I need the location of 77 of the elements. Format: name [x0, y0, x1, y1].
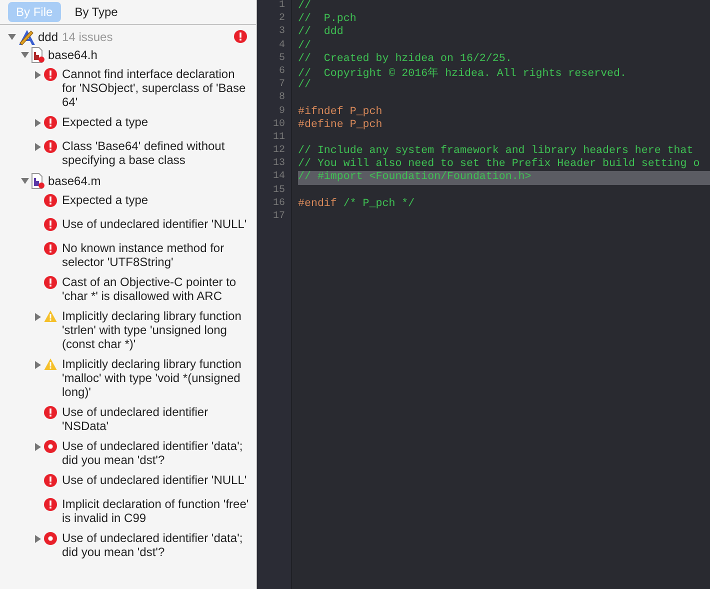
line-number: 16 [272, 198, 286, 211]
issue-message[interactable]: Use of undeclared identifier 'NULL' [62, 473, 252, 487]
issue-message[interactable]: Class 'Base64' defined without specifying a base class [62, 139, 252, 167]
issue-message[interactable]: Cannot find interface declaration for 'NSObject', superclass of 'Base 64' [62, 67, 252, 109]
file-name[interactable]: base64.h [48, 47, 98, 62]
code-comment: // [298, 40, 311, 52]
issue-message[interactable]: Use of undeclared identifier 'NULL' [62, 217, 252, 231]
disclosure-triangle-icon[interactable] [21, 177, 29, 185]
fixit-error-icon [44, 440, 57, 453]
code-comment: // Include any system framework and library headers here that [298, 145, 694, 158]
disclosure-triangle-icon[interactable] [34, 535, 42, 543]
code-comment: // [298, 79, 311, 92]
error-icon [44, 116, 57, 129]
code-comment: /* P_pch */ [343, 198, 415, 210]
line-number: 14 [272, 171, 286, 184]
preprocessor-directive: #ifndef P_pch [298, 106, 382, 118]
disclosure-triangle-icon[interactable] [8, 33, 16, 41]
disclosure-triangle-icon[interactable] [21, 51, 29, 59]
line-number: 7 [278, 79, 286, 92]
issue-message[interactable]: Use of undeclared identifier 'data'; did you mean 'dst'? [62, 439, 252, 467]
error-icon [44, 242, 57, 255]
fixit-error-icon [44, 532, 57, 545]
project-name[interactable]: ddd [38, 29, 58, 44]
line-number: 17 [272, 211, 286, 224]
issue-message[interactable]: Use of undeclared identifier 'data'; did you mean 'dst'? [62, 531, 252, 559]
error-icon [44, 68, 57, 81]
line-number: 11 [272, 132, 286, 145]
issue-count: 14 issues [62, 29, 113, 44]
error-icon [44, 218, 57, 231]
error-icon [44, 498, 57, 511]
file-name[interactable]: base64.m [48, 173, 101, 188]
code-comment: // ddd [298, 26, 344, 38]
preprocessor-directive: #define P_pch [298, 118, 382, 131]
code-comment: // #import <Foundation/Foundation.h> [298, 171, 532, 184]
disclosure-triangle-icon[interactable] [34, 443, 42, 451]
file-icon [31, 47, 45, 63]
error-icon [44, 140, 57, 153]
issue-message[interactable]: Implicit declaration of function 'free' is invalid in C99 [62, 497, 252, 525]
line-number: 13 [272, 158, 286, 171]
issue-message[interactable]: Use of undeclared identifier 'NSData' [62, 405, 252, 433]
line-number: 9 [278, 106, 286, 118]
error-icon [44, 194, 57, 207]
code-comment: // [298, 0, 311, 12]
code-comment: // Created by hzidea on 16/2/25. [298, 52, 512, 65]
disclosure-triangle-icon[interactable] [34, 313, 42, 321]
issue-message[interactable]: Expected a type [62, 115, 252, 129]
error-icon [44, 406, 57, 419]
line-number: 10 [272, 118, 286, 132]
issue-message[interactable]: Cast of an Objective-C pointer to 'char *' is disallowed with ARC [62, 275, 252, 303]
line-number: 4 [278, 40, 286, 53]
code-comment: // You will also need to set the Prefix Header build setting o [298, 158, 700, 170]
disclosure-triangle-icon[interactable] [34, 119, 42, 127]
line-number: 3 [278, 26, 286, 40]
issue-message[interactable]: Implicitly declaring library function 'strlen' with type 'unsigned long (const char *)' [62, 309, 252, 351]
code-comment: // Copyright © 2016年 hzidea. All rights reserved. [298, 68, 626, 80]
issue-message[interactable]: Implicitly declaring library function 'malloc' with type 'void *(unsigned long)' [62, 357, 252, 399]
line-number: 6 [278, 66, 286, 79]
preprocessor-directive: #endif [298, 198, 338, 210]
error-icon [44, 474, 57, 487]
line-number: 15 [272, 184, 286, 198]
disclosure-triangle-icon[interactable] [34, 71, 42, 79]
warning-icon [44, 310, 57, 323]
line-number: 2 [278, 13, 286, 26]
warning-icon [44, 358, 57, 371]
line-number: 1 [278, 0, 286, 13]
line-number: 5 [278, 52, 286, 66]
code-comment: // P.pch [298, 13, 356, 26]
disclosure-triangle-icon[interactable] [34, 361, 42, 369]
app-icon [18, 29, 36, 46]
line-number: 8 [278, 92, 286, 106]
line-number: 12 [272, 145, 286, 158]
issue-message[interactable]: No known instance method for selector 'UTF8String' [62, 241, 252, 269]
error-icon [44, 276, 57, 289]
disclosure-triangle-icon[interactable] [34, 143, 42, 151]
tab[interactable]: By Type [66, 2, 126, 22]
file-icon [31, 173, 45, 189]
issue-message[interactable]: Expected a type [62, 193, 252, 207]
